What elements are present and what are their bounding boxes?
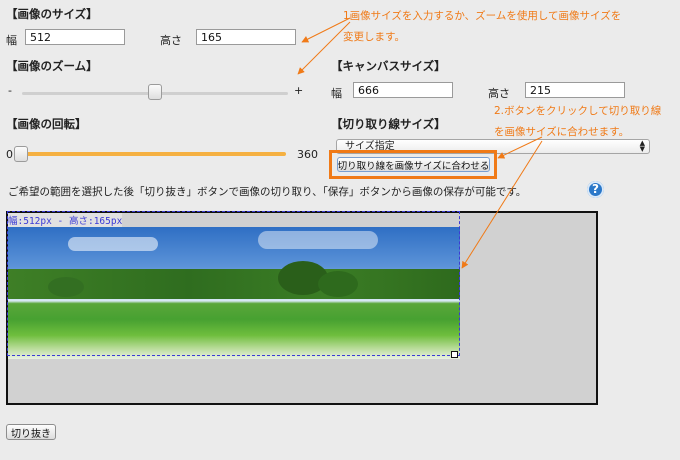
arrow-to-zoom <box>297 21 351 75</box>
arrow-to-crop-outline <box>461 140 543 269</box>
annotation-arrows <box>297 17 543 269</box>
arrow-to-size-field <box>301 17 351 43</box>
arrow-to-fit-button <box>497 136 543 159</box>
